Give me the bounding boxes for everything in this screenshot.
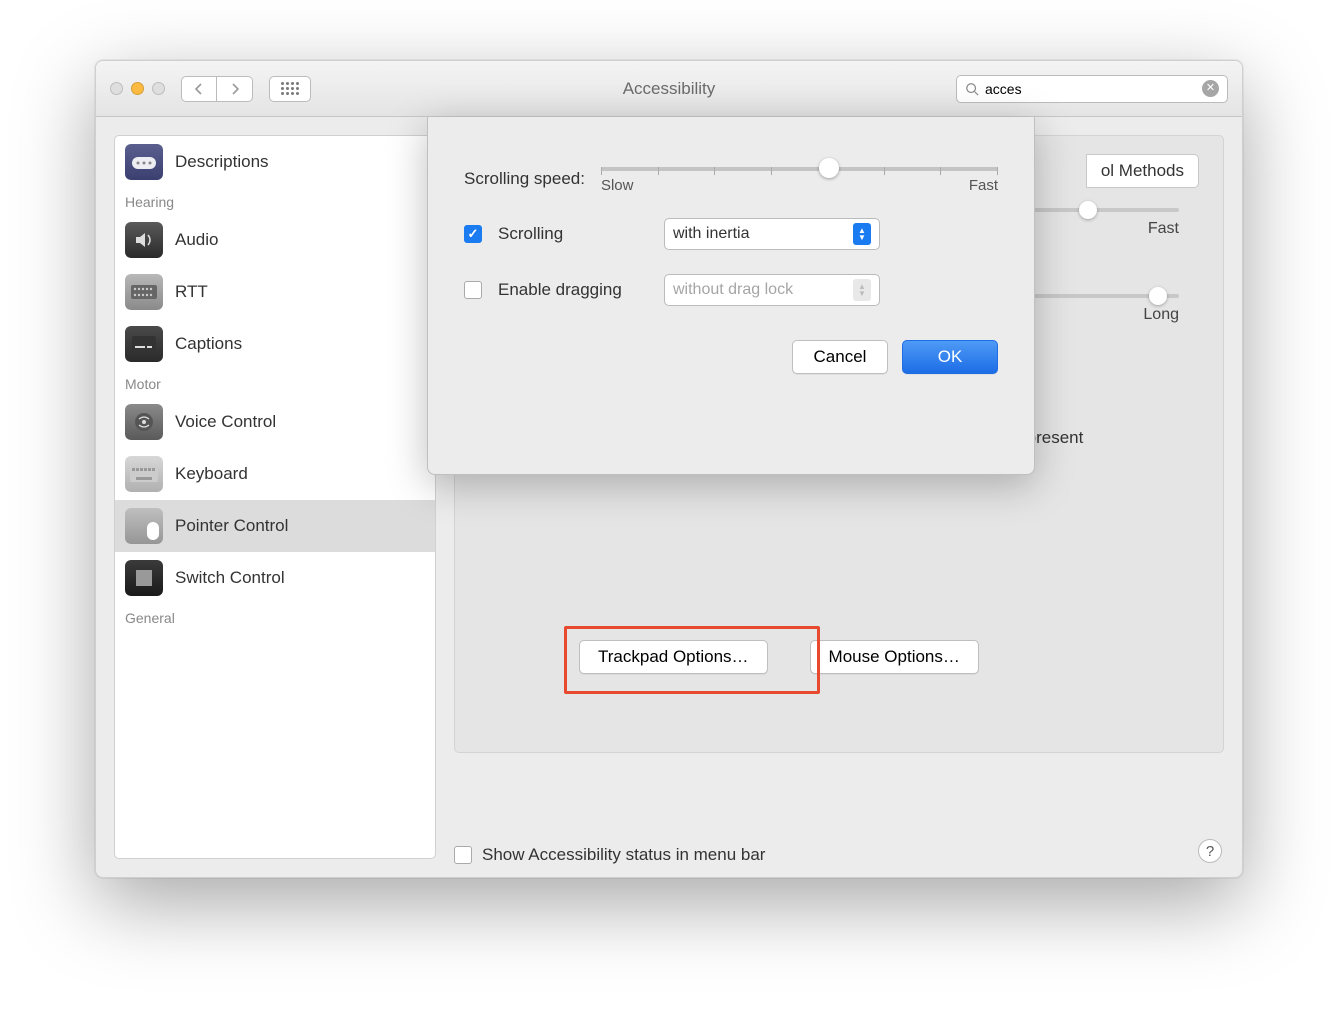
voice-control-icon (125, 404, 163, 440)
dragging-mode-select: without drag lock ▲▼ (664, 274, 880, 306)
chevron-updown-icon: ▲▼ (853, 223, 871, 245)
switch-control-icon (125, 560, 163, 596)
sidebar-label: Pointer Control (175, 516, 288, 536)
sidebar-item-keyboard[interactable]: Keyboard (115, 448, 435, 500)
cancel-button[interactable]: Cancel (792, 340, 888, 374)
dragging-mode-value: without drag lock (673, 281, 793, 299)
options-buttons-row: Trackpad Options… Mouse Options… (579, 640, 979, 674)
sidebar-label: Descriptions (175, 152, 269, 172)
scrolling-checkbox[interactable] (464, 225, 482, 243)
sidebar-label: Voice Control (175, 412, 276, 432)
scrolling-label: Scrolling (498, 224, 648, 244)
sidebar-heading-motor: Motor (115, 370, 435, 396)
scrolling-mode-select[interactable]: with inertia ▲▼ (664, 218, 880, 250)
show-status-checkbox[interactable] (454, 846, 472, 864)
sidebar-label: Audio (175, 230, 218, 250)
enable-dragging-label: Enable dragging (498, 280, 648, 300)
help-button[interactable]: ? (1198, 839, 1222, 863)
audio-icon (125, 222, 163, 258)
show-all-button[interactable] (269, 76, 311, 102)
zoom-window-button[interactable] (152, 82, 165, 95)
sidebar-heading-hearing: Hearing (115, 188, 435, 214)
pointer-control-icon (125, 508, 163, 544)
sidebar-label: Captions (175, 334, 242, 354)
tab-alternate-control-methods[interactable]: ol Methods (1086, 154, 1199, 188)
enable-dragging-checkbox[interactable] (464, 281, 482, 299)
keyboard-icon (125, 456, 163, 492)
trackpad-options-sheet: Scrolling speed: Slow Fast Scrolling (427, 117, 1035, 475)
close-window-button[interactable] (110, 82, 123, 95)
fast-label: Fast (969, 177, 998, 194)
sidebar-label: Keyboard (175, 464, 248, 484)
titlebar: Accessibility ✕ (96, 61, 1242, 117)
sidebar[interactable]: Descriptions Hearing Audio RTT Captions (114, 135, 436, 859)
scrolling-speed-label: Scrolling speed: (464, 169, 585, 189)
ok-button[interactable]: OK (902, 340, 998, 374)
rtt-icon (125, 274, 163, 310)
sidebar-item-pointer-control[interactable]: Pointer Control (115, 500, 435, 552)
forward-button[interactable] (217, 76, 253, 102)
descriptions-icon (125, 144, 163, 180)
mouse-options-button[interactable]: Mouse Options… (810, 640, 979, 674)
sheet-actions: Cancel OK (464, 340, 998, 374)
sidebar-label: RTT (175, 282, 208, 302)
minimize-window-button[interactable] (131, 82, 144, 95)
search-icon (965, 82, 979, 96)
search-input[interactable] (985, 81, 1196, 97)
sidebar-item-descriptions[interactable]: Descriptions (115, 136, 435, 188)
scrolling-mode-value: with inertia (673, 225, 749, 243)
chevron-left-icon (194, 83, 204, 95)
slow-label: Slow (601, 177, 634, 194)
scrolling-speed-slider[interactable] (601, 167, 998, 171)
sidebar-item-rtt[interactable]: RTT (115, 266, 435, 318)
sidebar-item-captions[interactable]: Captions (115, 318, 435, 370)
preferences-window: Accessibility ✕ Descriptions Hearing Aud… (95, 60, 1243, 878)
nav-button-group (181, 76, 253, 102)
chevron-updown-icon: ▲▼ (853, 279, 871, 301)
trackpad-options-button[interactable]: Trackpad Options… (579, 640, 768, 674)
captions-icon (125, 326, 163, 362)
traffic-lights (110, 82, 165, 95)
show-status-label: Show Accessibility status in menu bar (482, 845, 765, 865)
back-button[interactable] (181, 76, 217, 102)
sidebar-item-audio[interactable]: Audio (115, 214, 435, 266)
footer-row: Show Accessibility status in menu bar (454, 845, 765, 865)
scrolling-speed-slider-block: Slow Fast (601, 169, 998, 194)
slider-knob[interactable] (819, 158, 839, 178)
sidebar-label: Switch Control (175, 568, 285, 588)
grid-icon (281, 82, 299, 95)
sidebar-item-switch-control[interactable]: Switch Control (115, 552, 435, 604)
sidebar-heading-general: General (115, 604, 435, 630)
chevron-right-icon (230, 83, 240, 95)
clear-search-button[interactable]: ✕ (1202, 80, 1219, 97)
search-field[interactable]: ✕ (956, 75, 1228, 103)
sidebar-item-voice-control[interactable]: Voice Control (115, 396, 435, 448)
